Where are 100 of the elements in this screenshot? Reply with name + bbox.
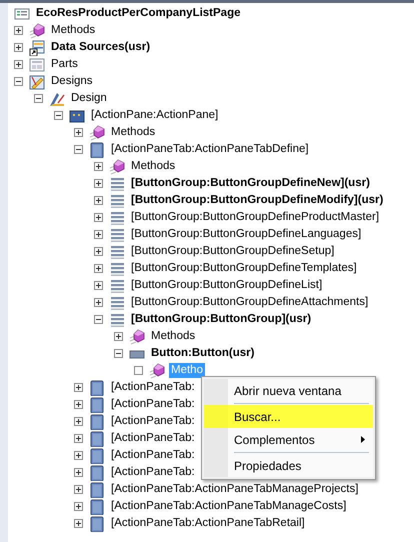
- tree-item[interactable]: [ActionPaneTab:: [109, 465, 197, 480]
- menu-item[interactable]: Complementos: [204, 428, 373, 451]
- button-group-icon: [109, 176, 125, 192]
- expand-toggle[interactable]: [74, 485, 83, 494]
- methods-icon: [149, 362, 165, 378]
- tree-item[interactable]: [ButtonGroup:ButtonGroupDefineAttachments]: [129, 295, 370, 310]
- minus-icon: [95, 316, 102, 323]
- tab-icon: [89, 142, 105, 158]
- expand-toggle[interactable]: [74, 468, 83, 477]
- tree-item[interactable]: [ActionPane:ActionPane]: [89, 108, 220, 123]
- tree-item[interactable]: EcoResProductPerCompanyListPage: [34, 6, 243, 21]
- tab-icon: [89, 430, 105, 446]
- expand-toggle[interactable]: [74, 383, 83, 392]
- plus-icon: [75, 435, 82, 442]
- collapse-toggle[interactable]: [114, 349, 123, 358]
- expand-toggle[interactable]: [74, 434, 83, 443]
- tree-item[interactable]: [ButtonGroup:ButtonGroupDefineList]: [129, 278, 324, 293]
- expand-toggle[interactable]: [94, 179, 103, 188]
- expand-toggle[interactable]: [114, 332, 123, 341]
- expand-toggle[interactable]: [74, 502, 83, 511]
- plus-icon: [75, 503, 82, 510]
- menu-item[interactable]: Abrir nueva ventana: [204, 379, 373, 402]
- plus-icon: [95, 214, 102, 221]
- tree-item[interactable]: [ButtonGroup:ButtonGroupDefineSetup]: [129, 244, 336, 259]
- tree-item[interactable]: [ActionPaneTab:: [109, 380, 197, 395]
- plus-icon: [95, 231, 102, 238]
- button-group-icon: [109, 278, 125, 294]
- plus-icon: [95, 180, 102, 187]
- tree-item[interactable]: [ButtonGroup:ButtonGroupDefineTemplates]: [129, 261, 359, 276]
- menu-item[interactable]: Propiedades: [204, 454, 373, 477]
- plus-icon: [75, 486, 82, 493]
- tree-item[interactable]: Methods: [109, 125, 158, 140]
- plus-icon: [15, 27, 22, 34]
- menu-item[interactable]: Buscar...: [204, 405, 373, 428]
- tree-item[interactable]: Methods: [129, 159, 178, 174]
- tab-icon: [89, 448, 105, 464]
- minus-icon: [35, 95, 42, 102]
- expand-toggle[interactable]: [94, 298, 103, 307]
- plus-icon: [75, 418, 82, 425]
- tree-item[interactable]: [ButtonGroup:ButtonGroupDefineProductMaster]: [129, 210, 382, 225]
- plus-icon: [75, 520, 82, 527]
- collapse-toggle[interactable]: [34, 94, 43, 103]
- tree-item[interactable]: [ButtonGroup:ButtonGroupDefineNew](usr): [129, 176, 372, 191]
- tree-item[interactable]: [ActionPaneTab:: [109, 397, 197, 412]
- expand-toggle[interactable]: [74, 417, 83, 426]
- design-icon: [49, 90, 65, 106]
- collapse-toggle[interactable]: [14, 77, 23, 86]
- plus-icon: [95, 265, 102, 272]
- tree-item[interactable]: [ActionPaneTab:ActionPaneTabManageCosts]: [109, 499, 348, 514]
- tree-item[interactable]: Parts: [49, 57, 80, 72]
- expand-toggle[interactable]: [94, 281, 103, 290]
- tree-item[interactable]: [ActionPaneTab:ActionPaneTabDefine]: [109, 142, 311, 157]
- plus-icon: [75, 452, 82, 459]
- minus-icon: [75, 146, 82, 153]
- tree-item[interactable]: [ButtonGroup:ButtonGroupDefineModify](usr): [129, 193, 386, 208]
- tree-item[interactable]: [ButtonGroup:ButtonGroupDefineLanguages]: [129, 227, 364, 242]
- tab-icon: [89, 414, 105, 430]
- minus-icon: [55, 112, 62, 119]
- tree-item[interactable]: Design: [69, 91, 109, 106]
- tree-item[interactable]: Button:Button(usr): [149, 346, 256, 361]
- collapse-toggle[interactable]: [54, 111, 63, 120]
- form-icon: [14, 6, 30, 22]
- expand-toggle[interactable]: [94, 230, 103, 239]
- expand-toggle[interactable]: [94, 264, 103, 273]
- expand-toggle[interactable]: [74, 400, 83, 409]
- tree-item[interactable]: [ActionPaneTab:: [109, 431, 197, 446]
- plus-icon: [15, 44, 22, 51]
- expand-toggle[interactable]: [74, 451, 83, 460]
- expand-toggle[interactable]: [14, 26, 23, 35]
- expand-toggle[interactable]: [74, 519, 83, 528]
- expand-toggle[interactable]: [14, 60, 23, 69]
- expand-toggle[interactable]: [94, 247, 103, 256]
- expand-toggle[interactable]: [94, 162, 103, 171]
- tree-item[interactable]: [ActionPaneTab:: [109, 414, 197, 429]
- tree-item[interactable]: [ButtonGroup:ButtonGroup](usr): [129, 312, 314, 327]
- tree-item[interactable]: [ActionPaneTab:ActionPaneTabRetail]: [109, 516, 307, 531]
- button-group-icon: [109, 294, 125, 310]
- expand-toggle[interactable]: [74, 128, 83, 137]
- collapse-toggle[interactable]: [74, 145, 83, 154]
- collapse-toggle[interactable]: [94, 315, 103, 324]
- plus-icon: [75, 401, 82, 408]
- plus-icon: [115, 333, 122, 340]
- tree-item[interactable]: [ActionPaneTab:ActionPaneTabManageProjects]: [109, 482, 360, 497]
- tree-item[interactable]: Methods: [149, 329, 198, 344]
- expand-toggle[interactable]: [94, 213, 103, 222]
- tree-item[interactable]: Methods: [49, 23, 98, 38]
- expand-toggle[interactable]: [94, 196, 103, 205]
- expand-toggle[interactable]: [14, 43, 23, 52]
- data-sources-icon: [29, 40, 45, 56]
- tab-icon: [89, 498, 105, 514]
- methods-icon: [29, 22, 45, 38]
- tree-item[interactable]: Data Sources(usr): [49, 40, 152, 55]
- button-group-icon: [109, 192, 125, 208]
- tree-node-box[interactable]: [134, 366, 143, 375]
- tab-icon: [89, 482, 105, 498]
- methods-icon: [129, 328, 145, 344]
- button-group-icon: [109, 312, 125, 328]
- plus-icon: [95, 248, 102, 255]
- tree-item[interactable]: [ActionPaneTab:: [109, 448, 197, 463]
- tree-item[interactable]: Designs: [49, 74, 95, 89]
